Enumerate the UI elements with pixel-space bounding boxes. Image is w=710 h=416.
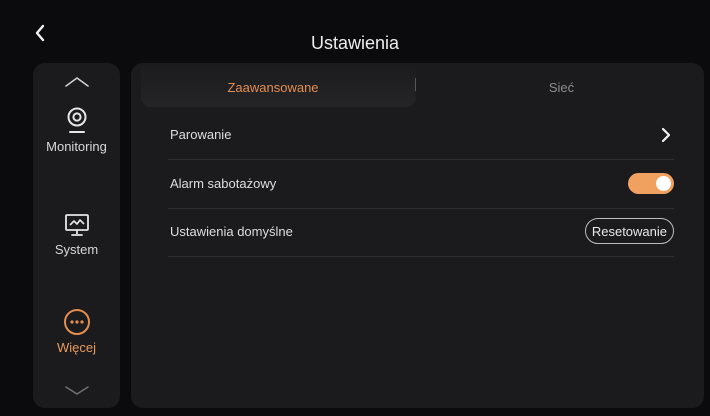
camera-icon <box>67 107 86 133</box>
chevron-up-icon <box>65 77 89 87</box>
settings-panel: Zaawansowane Sieć Parowanie Alarm sabota… <box>131 63 704 408</box>
tab-divider <box>415 78 416 91</box>
more-icon <box>63 309 90 335</box>
chevron-right-icon[interactable] <box>660 127 672 143</box>
scroll-up-button[interactable] <box>63 75 91 89</box>
sidebar: Monitoring System Więcej <box>33 63 120 408</box>
chevron-down-icon <box>65 386 89 395</box>
sidebar-item-more[interactable]: Więcej <box>33 308 120 355</box>
sidebar-item-monitoring[interactable]: Monitoring <box>33 107 120 154</box>
header: Ustawienia <box>0 0 710 60</box>
row-pairing[interactable]: Parowanie <box>168 111 674 160</box>
scroll-down-button[interactable] <box>63 383 91 397</box>
toggle-knob <box>656 176 671 191</box>
page-title: Ustawienia <box>310 33 400 53</box>
tab-network[interactable]: Sieć <box>419 80 704 95</box>
row-tamper-alarm: Alarm sabotażowy <box>168 160 674 209</box>
sidebar-item-label: Więcej <box>56 340 96 355</box>
sidebar-item-system[interactable]: System <box>33 212 120 257</box>
tamper-alarm-label: Alarm sabotażowy <box>170 176 277 191</box>
default-settings-label: Ustawienia domyślne <box>170 224 293 239</box>
sidebar-item-label: System <box>54 242 99 257</box>
sidebar-item-label: Monitoring <box>46 139 107 154</box>
row-default-settings: Ustawienia domyślne Resetowanie <box>168 208 674 257</box>
tab-advanced[interactable]: Zaawansowane <box>131 80 415 95</box>
reset-button[interactable]: Resetowanie <box>584 218 674 244</box>
pairing-label: Parowanie <box>170 127 232 142</box>
tab-bar: Zaawansowane Sieć <box>131 63 704 109</box>
tamper-alarm-toggle[interactable] <box>628 173 674 194</box>
monitor-icon <box>64 214 89 236</box>
